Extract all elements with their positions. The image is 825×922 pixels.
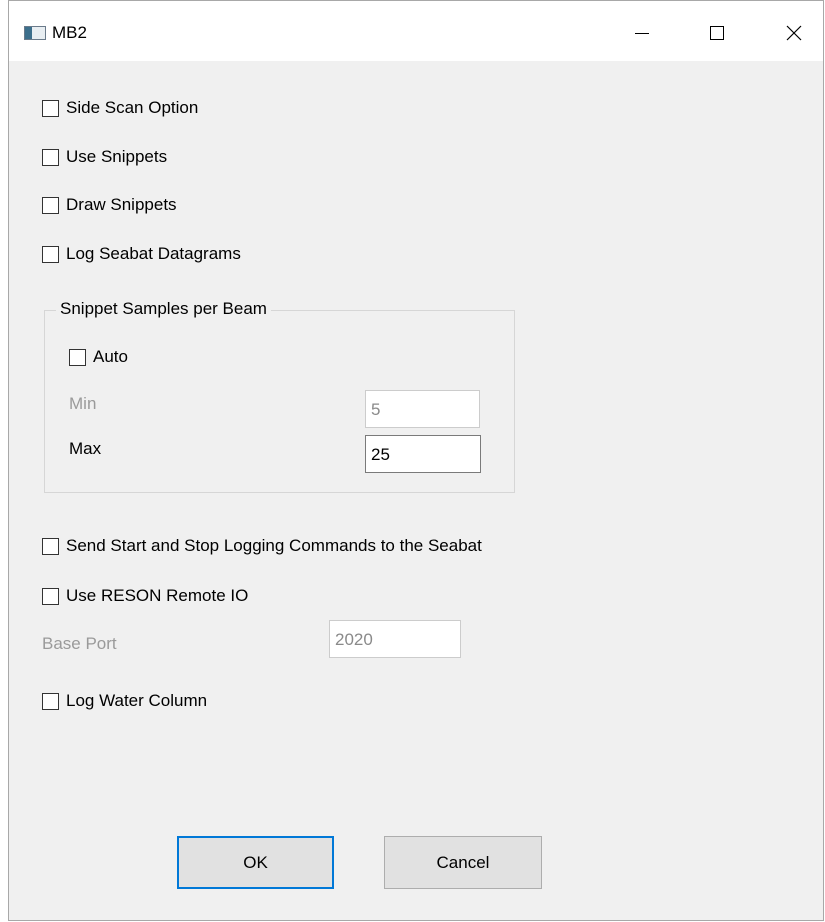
side-scan-option-checkbox[interactable]: Side Scan Option — [42, 98, 198, 118]
checkbox-box[interactable] — [42, 99, 59, 117]
draw-snippets-checkbox[interactable]: Draw Snippets — [42, 195, 177, 215]
checkbox-box[interactable] — [42, 587, 59, 605]
log-water-column-checkbox[interactable]: Log Water Column — [42, 691, 207, 711]
use-snippets-checkbox[interactable]: Use Snippets — [42, 147, 167, 167]
app-window-icon — [24, 26, 46, 40]
checkbox-box[interactable] — [42, 196, 59, 214]
min-label: Min — [69, 394, 97, 413]
checkbox-label: Use RESON Remote IO — [66, 586, 249, 605]
close-icon — [786, 25, 802, 41]
min-input[interactable]: 5 — [365, 390, 480, 428]
checkbox-label: Log Water Column — [66, 691, 208, 710]
dialog-window: MB2 Side Scan Option Use Snippets Draw S… — [8, 0, 824, 921]
minimize-icon — [635, 33, 649, 34]
log-seabat-datagrams-checkbox[interactable]: Log Seabat Datagrams — [42, 244, 241, 264]
checkbox-label: Send Start and Stop Logging Commands to … — [66, 536, 482, 555]
send-start-stop-logging-checkbox[interactable]: Send Start and Stop Logging Commands to … — [42, 536, 482, 556]
auto-checkbox[interactable]: Auto — [69, 347, 128, 367]
checkbox-box[interactable] — [42, 245, 59, 263]
checkbox-label: Draw Snippets — [66, 195, 177, 214]
minimize-button[interactable] — [619, 15, 665, 51]
title-bar[interactable]: MB2 — [9, 1, 823, 61]
checkbox-box[interactable] — [42, 148, 59, 166]
checkbox-label: Use Snippets — [66, 147, 168, 166]
base-port-input[interactable]: 2020 — [329, 620, 461, 658]
maximize-icon — [710, 26, 724, 40]
max-label: Max — [69, 439, 102, 458]
ok-button[interactable]: OK — [177, 836, 334, 889]
max-input[interactable]: 25 — [365, 435, 481, 473]
checkbox-label: Side Scan Option — [66, 98, 199, 117]
maximize-button[interactable] — [694, 15, 740, 51]
snippet-samples-group-title: Snippet Samples per Beam — [56, 299, 271, 319]
base-port-label: Base Port — [42, 634, 117, 653]
checkbox-label: Log Seabat Datagrams — [66, 244, 241, 263]
checkbox-box[interactable] — [42, 692, 59, 710]
checkbox-box[interactable] — [42, 537, 59, 555]
checkbox-label: Auto — [93, 347, 128, 366]
close-button[interactable] — [771, 15, 817, 51]
checkbox-box[interactable] — [69, 348, 86, 366]
cancel-button[interactable]: Cancel — [384, 836, 542, 889]
use-reson-remote-io-checkbox[interactable]: Use RESON Remote IO — [42, 586, 248, 606]
window-title: MB2 — [52, 23, 87, 42]
